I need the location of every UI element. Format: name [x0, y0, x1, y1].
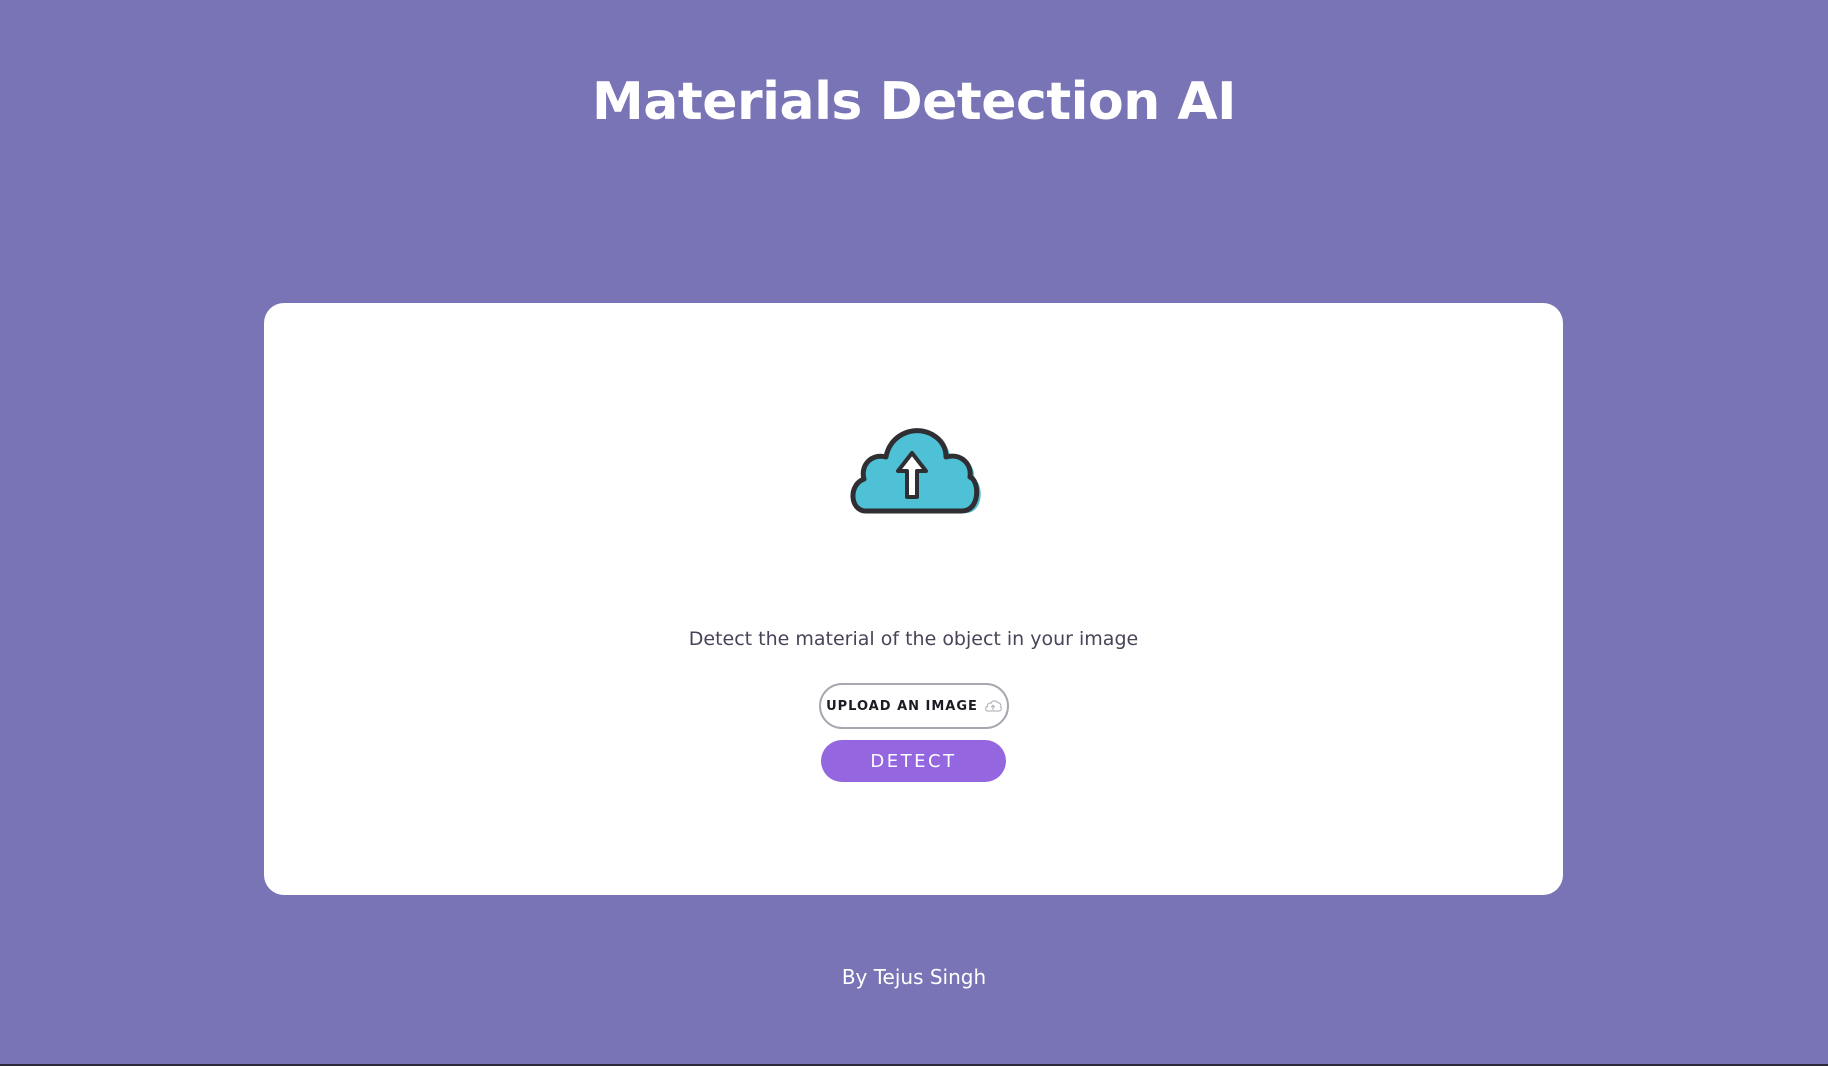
- small-cloud-upload-icon: [985, 700, 1002, 712]
- detect-button[interactable]: DETECT: [821, 740, 1006, 782]
- footer-credit: By Tejus Singh: [841, 965, 987, 989]
- page: { "header": { "title": "Materials Detect…: [0, 0, 1828, 1066]
- upload-image-button[interactable]: UPLOAD AN IMAGE: [819, 683, 1009, 729]
- tagline: Detect the material of the object in you…: [688, 628, 1139, 650]
- upload-card: Detect the material of the object in you…: [264, 303, 1563, 895]
- upload-image-label: UPLOAD AN IMAGE: [826, 698, 978, 714]
- page-title: Materials Detection AI: [592, 72, 1236, 132]
- cloud-upload-icon[interactable]: [846, 413, 982, 525]
